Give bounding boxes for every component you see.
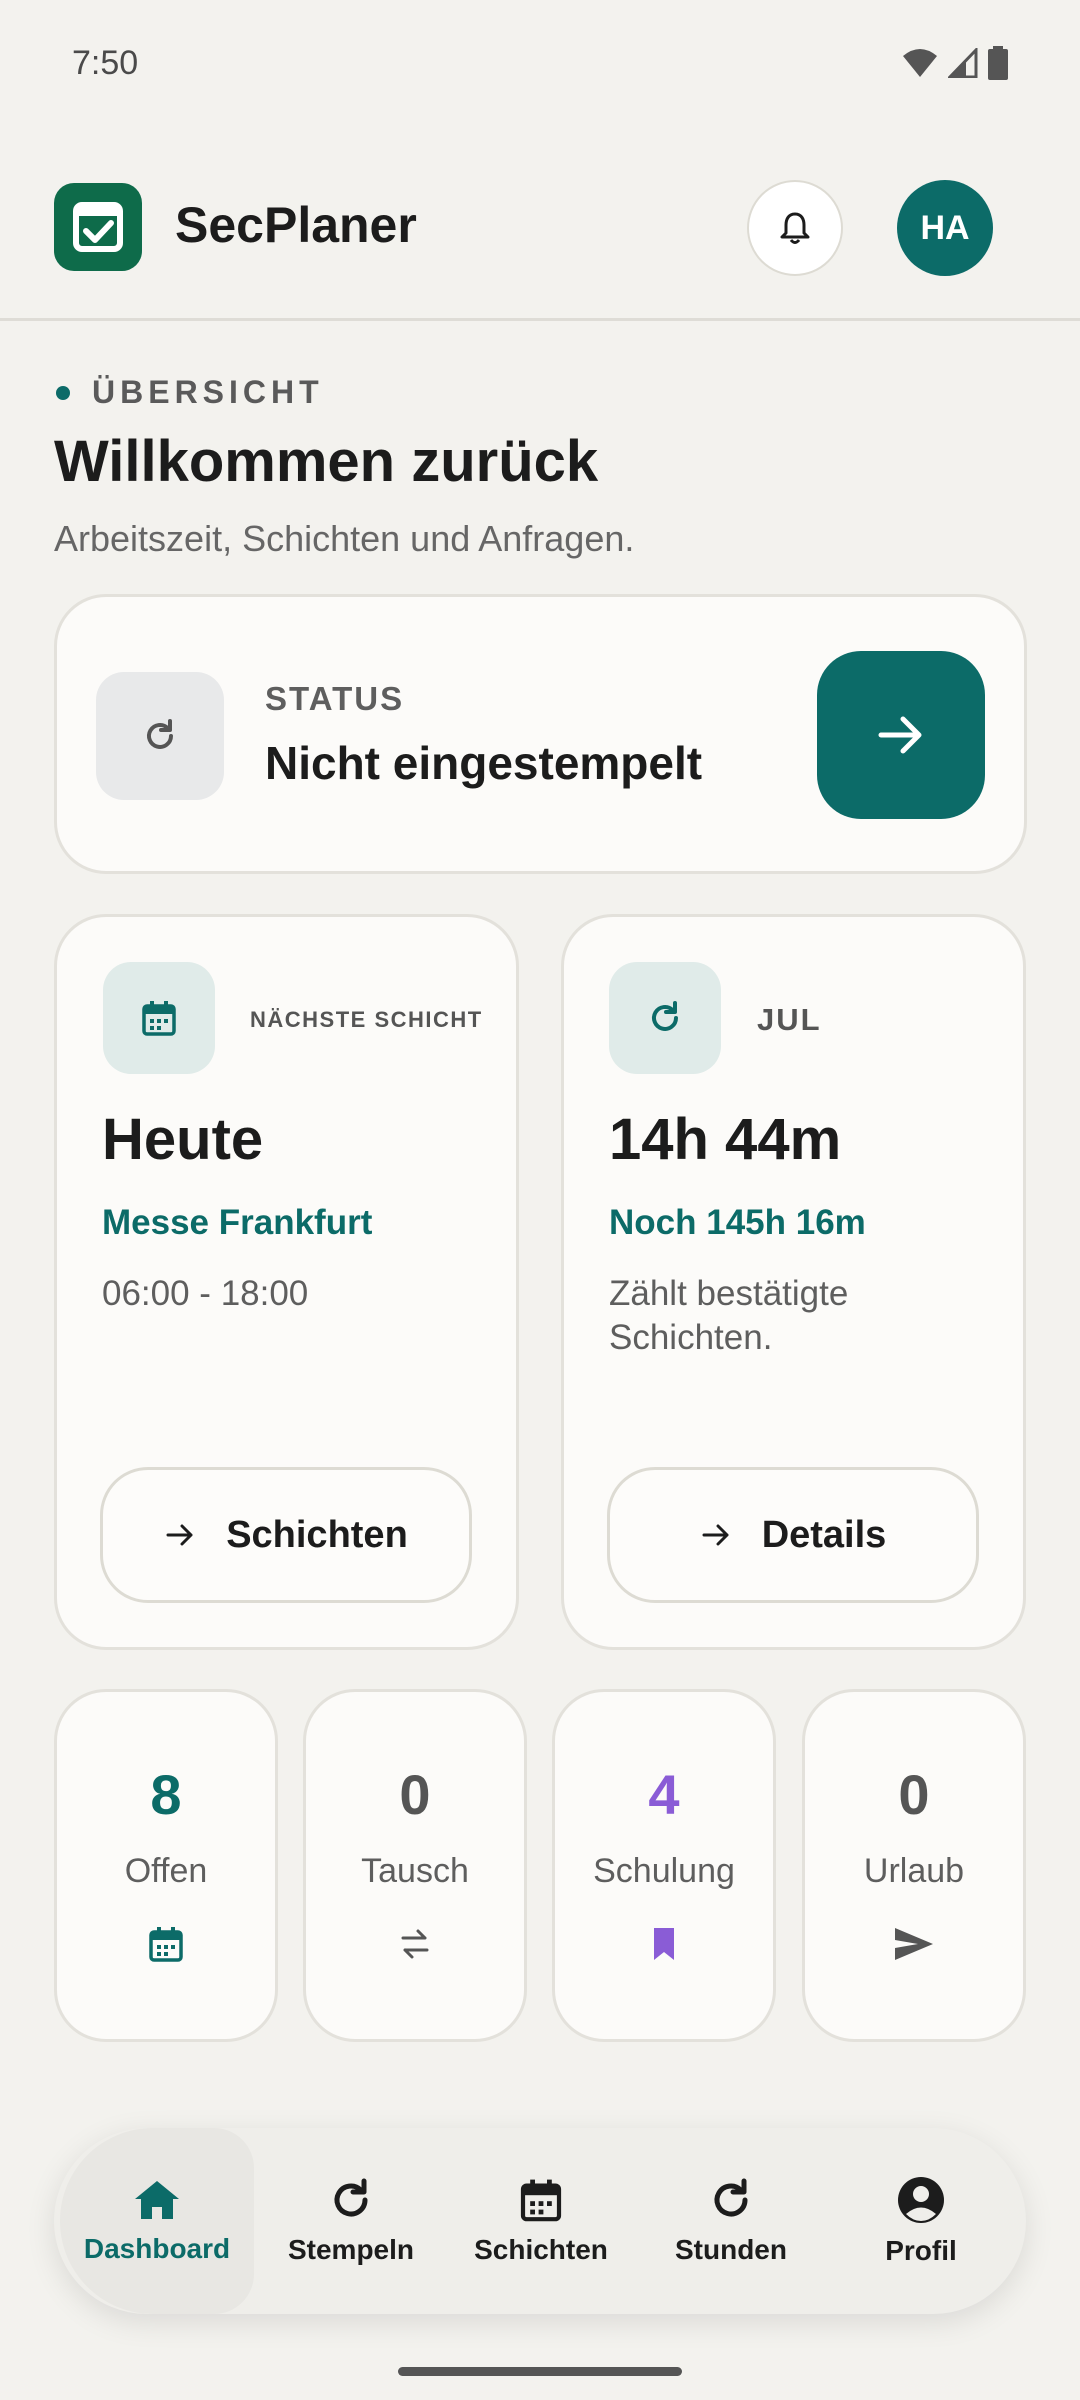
- calendar-icon: [520, 2179, 562, 2222]
- arrow-right-icon: [702, 1524, 729, 1546]
- stat-count-training: 4: [648, 1763, 680, 1826]
- nav-label-stempeln: Stempeln: [287, 2234, 415, 2265]
- profile-icon: [898, 2177, 944, 2223]
- bell-icon: [780, 212, 810, 244]
- send-icon: [895, 1928, 933, 1960]
- stat-count-vacation: 0: [898, 1763, 930, 1826]
- nav-label-dashboard: Dashboard: [83, 2233, 231, 2264]
- avatar[interactable]: HA: [897, 180, 993, 276]
- wifi-icon: [903, 49, 937, 77]
- bookmark-icon: [654, 1928, 674, 1960]
- refresh-icon: [714, 2178, 748, 2217]
- stat-tile-open[interactable]: 8 Offen: [54, 1689, 278, 2042]
- status-value: Nicht eingestempelt: [265, 737, 703, 789]
- calendar-icon: [149, 1927, 183, 1962]
- next-shift-location: Messe Frankfurt: [102, 1203, 373, 1242]
- appbar-divider: [0, 318, 1080, 321]
- shifts-button[interactable]: Schichten: [100, 1467, 472, 1603]
- stat-label-vacation: Urlaub: [863, 1852, 965, 1890]
- hours-month-label: JUL: [757, 1002, 822, 1037]
- next-shift-label: NÄCHSTE SCHICHT: [250, 1007, 483, 1032]
- next-shift-time: 06:00 - 18:00: [102, 1274, 309, 1313]
- stat-count-swap: 0: [399, 1763, 431, 1826]
- nav-label-stunden: Stunden: [675, 2234, 787, 2265]
- stat-label-open: Offen: [124, 1852, 208, 1890]
- hours-icon-box: [609, 962, 721, 1074]
- next-shift-icon-box: [103, 962, 215, 1074]
- arrow-right-icon: [878, 716, 922, 754]
- refresh-icon: [147, 719, 173, 749]
- home-icon: [135, 2181, 179, 2219]
- section-eyebrow: ÜBERSICHT: [92, 374, 324, 410]
- status-label: STATUS: [265, 680, 405, 717]
- next-shift-day: Heute: [102, 1107, 264, 1172]
- app-title: SecPlaner: [175, 197, 417, 253]
- nav-item-profil[interactable]: Profil: [824, 2128, 1018, 2314]
- clock-in-button[interactable]: [817, 651, 985, 819]
- page-subtitle: Arbeitszeit, Schichten und Anfragen.: [54, 518, 635, 559]
- arrow-right-icon: [166, 1524, 193, 1546]
- status-bar-time: 7:50: [72, 44, 139, 82]
- status-icon-box: [96, 672, 224, 800]
- refresh-icon: [334, 2178, 368, 2217]
- nav-item-schichten[interactable]: Schichten: [444, 2128, 638, 2314]
- nav-label-schichten: Schichten: [474, 2234, 608, 2265]
- calendar-icon: [142, 1001, 176, 1036]
- stat-label-training: Schulung: [593, 1852, 735, 1890]
- checkbox-logo-icon: [73, 202, 123, 252]
- hours-worked-value: 14h 44m: [609, 1107, 842, 1172]
- refresh-icon: [652, 1001, 678, 1031]
- stat-tile-vacation[interactable]: 0 Urlaub: [802, 1689, 1026, 2042]
- hours-note: Zählt bestätigte Schichten.: [609, 1274, 849, 1357]
- swap-icon: [401, 1929, 429, 1959]
- stat-tile-training[interactable]: 4 Schulung: [552, 1689, 776, 2042]
- app-logo: [54, 183, 142, 271]
- stat-tile-swap[interactable]: 0 Tausch: [303, 1689, 527, 2042]
- bottom-nav: Dashboard Stempeln Schichten Stunden Pro…: [54, 2128, 1026, 2314]
- stat-label-swap: Tausch: [361, 1852, 469, 1890]
- page-title: Willkommen zurück: [54, 429, 599, 494]
- overview-dot: [56, 386, 70, 400]
- cellular-signal-icon: [948, 48, 978, 78]
- hours-remaining: Noch 145h 16m: [609, 1203, 866, 1242]
- status-bar-icons: [902, 46, 1008, 80]
- home-indicator: [398, 2367, 682, 2376]
- details-button[interactable]: Details: [607, 1467, 979, 1603]
- stat-count-open: 8: [150, 1763, 182, 1826]
- notifications-button[interactable]: [747, 180, 843, 276]
- nav-item-stempeln[interactable]: Stempeln: [254, 2128, 448, 2314]
- details-button-label: Details: [761, 1513, 887, 1556]
- nav-item-dashboard[interactable]: Dashboard: [60, 2128, 254, 2314]
- shifts-button-label: Schichten: [226, 1513, 408, 1556]
- nav-label-profil: Profil: [885, 2235, 957, 2266]
- battery-icon: [988, 46, 1008, 80]
- nav-item-stunden[interactable]: Stunden: [634, 2128, 828, 2314]
